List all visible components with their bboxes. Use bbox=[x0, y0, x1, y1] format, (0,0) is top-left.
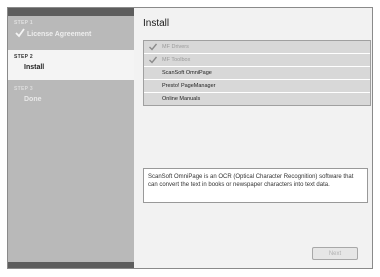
installer-window: STEP 1 License Agreement STEP 2 Install … bbox=[7, 7, 373, 269]
check-icon bbox=[149, 43, 157, 51]
list-item-online-manuals[interactable]: Online Manuals bbox=[144, 92, 370, 105]
step-number: STEP 1 bbox=[14, 20, 33, 26]
component-list: MF Drivers MF Toolbox ScanSoft OmniPage … bbox=[143, 40, 371, 106]
page-title: Install bbox=[143, 18, 170, 29]
step-done: STEP 3 Done bbox=[8, 84, 134, 114]
check-icon bbox=[149, 56, 157, 64]
sidebar-bottom-bar bbox=[8, 262, 134, 268]
step-number: STEP 2 bbox=[14, 54, 33, 60]
check-icon bbox=[15, 28, 25, 38]
list-item-label: MF Drivers bbox=[162, 44, 189, 50]
sidebar-top-bar bbox=[8, 8, 134, 16]
component-description: ScanSoft OmniPage is an OCR (Optical Cha… bbox=[143, 168, 368, 203]
list-item-label: Presto! PageManager bbox=[162, 83, 216, 89]
step-number: STEP 3 bbox=[14, 86, 33, 92]
list-item-presto-pagemanager[interactable]: Presto! PageManager bbox=[144, 79, 370, 92]
list-item-label: ScanSoft OmniPage bbox=[162, 70, 212, 76]
step-label: Done bbox=[24, 96, 42, 103]
main-panel: Install MF Drivers MF Toolbox ScanSoft O… bbox=[134, 8, 372, 268]
steps-sidebar: STEP 1 License Agreement STEP 2 Install … bbox=[8, 8, 134, 268]
step-label: License Agreement bbox=[27, 31, 92, 38]
step-license-agreement: STEP 1 License Agreement bbox=[8, 18, 134, 48]
list-item-scansoft-omnipage[interactable]: ScanSoft OmniPage bbox=[144, 66, 370, 79]
next-button[interactable]: Next bbox=[312, 247, 358, 260]
step-install: STEP 2 Install bbox=[8, 50, 134, 80]
list-item-mf-drivers: MF Drivers bbox=[144, 41, 370, 53]
step-label: Install bbox=[24, 64, 45, 71]
list-item-mf-toolbox: MF Toolbox bbox=[144, 53, 370, 66]
list-item-label: MF Toolbox bbox=[162, 57, 191, 63]
list-item-label: Online Manuals bbox=[162, 96, 201, 102]
